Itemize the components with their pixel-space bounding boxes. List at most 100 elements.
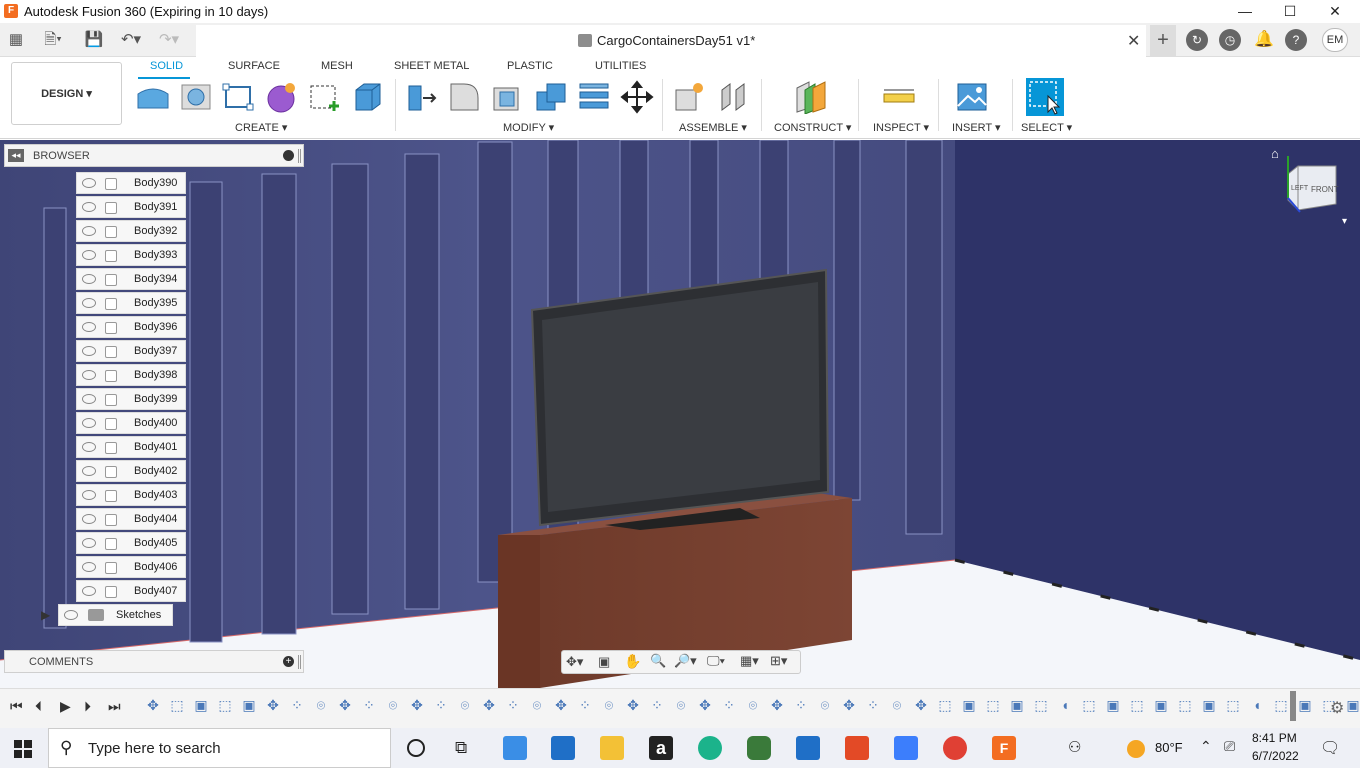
grid-settings-icon[interactable]: ▦▾	[740, 653, 759, 669]
timeline-feature-icon[interactable]: ⬚	[218, 698, 232, 712]
browser-body-row[interactable]: Body399	[76, 388, 186, 410]
dropbox-app-icon[interactable]	[894, 736, 918, 760]
browser-body-row[interactable]: Body397	[76, 340, 186, 362]
visibility-eye-icon[interactable]	[82, 514, 96, 524]
timeline-feature-icon[interactable]: ⁘	[794, 698, 808, 712]
maximize-button[interactable]: ☐	[1267, 0, 1313, 23]
save-icon[interactable]: 💾	[84, 30, 104, 50]
zoom-icon[interactable]: 🔍	[650, 653, 666, 669]
visibility-eye-icon[interactable]	[82, 322, 96, 332]
new-component-assemble-icon[interactable]	[673, 80, 707, 114]
visibility-eye-icon[interactable]	[82, 394, 96, 404]
file-explorer-icon[interactable]	[600, 736, 624, 760]
assemble-menu[interactable]: ASSEMBLE ▾	[679, 121, 747, 134]
visibility-eye-icon[interactable]	[82, 562, 96, 572]
mail-app-icon[interactable]	[551, 736, 575, 760]
timeline-feature-icon[interactable]: ⌾	[314, 698, 328, 712]
visibility-eye-icon[interactable]	[82, 226, 96, 236]
amazon-app-icon[interactable]: a	[649, 736, 673, 760]
timeline-go-to-end-icon[interactable]: ⏭	[108, 698, 121, 715]
timeline-feature-icon[interactable]: ⬚	[1034, 698, 1048, 712]
clock-date[interactable]: 6/7/2022	[1252, 749, 1299, 763]
timeline-feature-icon[interactable]: ✥	[266, 698, 280, 712]
timeline-feature-icon[interactable]: ⁘	[578, 698, 592, 712]
timeline-settings-gear-icon[interactable]: ⚙	[1330, 698, 1344, 718]
weather-sun-icon[interactable]	[1127, 740, 1145, 758]
construct-menu[interactable]: CONSTRUCT ▾	[774, 121, 851, 134]
visibility-eye-icon[interactable]	[82, 586, 96, 596]
timeline-feature-icon[interactable]: ◖	[1058, 698, 1072, 712]
comments-panel-header[interactable]: COMMENTS +	[4, 650, 304, 673]
new-component-icon[interactable]	[136, 80, 170, 114]
browser-pin-icon[interactable]	[298, 149, 301, 163]
browser-body-row[interactable]: Body402	[76, 460, 186, 482]
file-menu-icon[interactable]: 🗎▾	[38, 30, 68, 50]
viewports-icon[interactable]: ⊞▾	[770, 653, 787, 669]
widgets-app-icon[interactable]	[503, 736, 527, 760]
task-view-icon[interactable]: ⧉	[455, 738, 467, 758]
help-icon[interactable]: ?	[1285, 29, 1307, 51]
timeline-go-to-start-icon[interactable]: ⏮	[10, 698, 23, 715]
timeline-feature-icon[interactable]: ⁘	[290, 698, 304, 712]
extrude-icon[interactable]	[350, 80, 384, 114]
microsoft-store-icon[interactable]	[796, 736, 820, 760]
timeline-feature-icon[interactable]: ⬚	[1082, 698, 1096, 712]
timeline-feature-icon[interactable]: ✥	[626, 698, 640, 712]
orbit-icon[interactable]: ✥▾	[566, 654, 583, 670]
3d-viewport[interactable]: ⌂ LEFT FRONT ▾	[0, 140, 1360, 688]
timeline-feature-icon[interactable]: ✥	[842, 698, 856, 712]
timeline-feature-icon[interactable]: ⬚	[1130, 698, 1144, 712]
timeline-feature-icon[interactable]: ⌾	[458, 698, 472, 712]
timeline-feature-icon[interactable]: ⬚	[938, 698, 952, 712]
people-icon[interactable]: ⚇	[1068, 738, 1081, 756]
timeline-feature-icon[interactable]: ⁘	[506, 698, 520, 712]
browser-body-row[interactable]: Body405	[76, 532, 186, 554]
timeline-feature-icon[interactable]: ⌾	[674, 698, 688, 712]
timeline-feature-icon[interactable]: ▣	[1010, 698, 1024, 712]
timeline-feature-icon[interactable]: ✥	[482, 698, 496, 712]
browser-body-row[interactable]: Body401	[76, 436, 186, 458]
close-tab-button[interactable]: ✕	[1127, 31, 1140, 51]
timeline-step-back-icon[interactable]: ⏴	[35, 698, 42, 715]
visibility-eye-icon[interactable]	[82, 418, 96, 428]
tab-solid[interactable]: SOLID	[150, 60, 183, 72]
timeline-feature-icon[interactable]: ✥	[770, 698, 784, 712]
browser-body-row[interactable]: Body406	[76, 556, 186, 578]
edge-browser-icon[interactable]	[698, 736, 722, 760]
notifications-icon[interactable]: 🗨	[1320, 738, 1340, 758]
cortana-icon[interactable]	[407, 739, 425, 757]
browser-body-row[interactable]: Body400	[76, 412, 186, 434]
timeline-feature-icon[interactable]: ✥	[554, 698, 568, 712]
collapse-browser-icon[interactable]: ◂◂	[8, 149, 24, 162]
timeline-marker[interactable]	[1290, 691, 1296, 721]
timeline-feature-icon[interactable]: ⁘	[866, 698, 880, 712]
tab-utilities[interactable]: UTILITIES	[595, 60, 646, 72]
shell-icon[interactable]	[491, 80, 525, 114]
browser-body-row[interactable]: Body393	[76, 244, 186, 266]
windows-start-icon[interactable]	[14, 740, 32, 758]
visibility-eye-icon[interactable]	[64, 610, 78, 620]
timeline-feature-icon[interactable]: ▣	[1154, 698, 1168, 712]
browser-sketches-folder[interactable]: ▶ Sketches	[41, 604, 173, 626]
timeline-feature-icon[interactable]: ⌾	[890, 698, 904, 712]
viewcube-menu-icon[interactable]: ▾	[1342, 216, 1347, 227]
timeline-feature-icon[interactable]: ▣	[962, 698, 976, 712]
timeline-feature-icon[interactable]: ✥	[338, 698, 352, 712]
browser-body-row[interactable]: Body404	[76, 508, 186, 530]
taskbar-search-placeholder[interactable]: Type here to search	[88, 740, 221, 757]
notifications-bell-icon[interactable]: 🔔	[1253, 29, 1275, 51]
press-pull-icon[interactable]	[405, 80, 439, 114]
move-copy-icon[interactable]	[620, 80, 654, 114]
browser-body-row[interactable]: Body395	[76, 292, 186, 314]
timeline-feature-icon[interactable]: ⁘	[434, 698, 448, 712]
display-settings-icon[interactable]: 🖵▾	[707, 653, 725, 669]
timeline-feature-icon[interactable]: ⬚	[1274, 698, 1288, 712]
visibility-eye-icon[interactable]	[82, 202, 96, 212]
inspect-menu[interactable]: INSPECT ▾	[873, 121, 929, 134]
browser-body-row[interactable]: Body403	[76, 484, 186, 506]
tab-mesh[interactable]: MESH	[321, 60, 353, 72]
timeline-feature-icon[interactable]: ⌾	[602, 698, 616, 712]
select-icon[interactable]	[1026, 78, 1064, 116]
timeline-feature-icon[interactable]: ▣	[1298, 698, 1312, 712]
timeline-feature-icon[interactable]: ✥	[698, 698, 712, 712]
